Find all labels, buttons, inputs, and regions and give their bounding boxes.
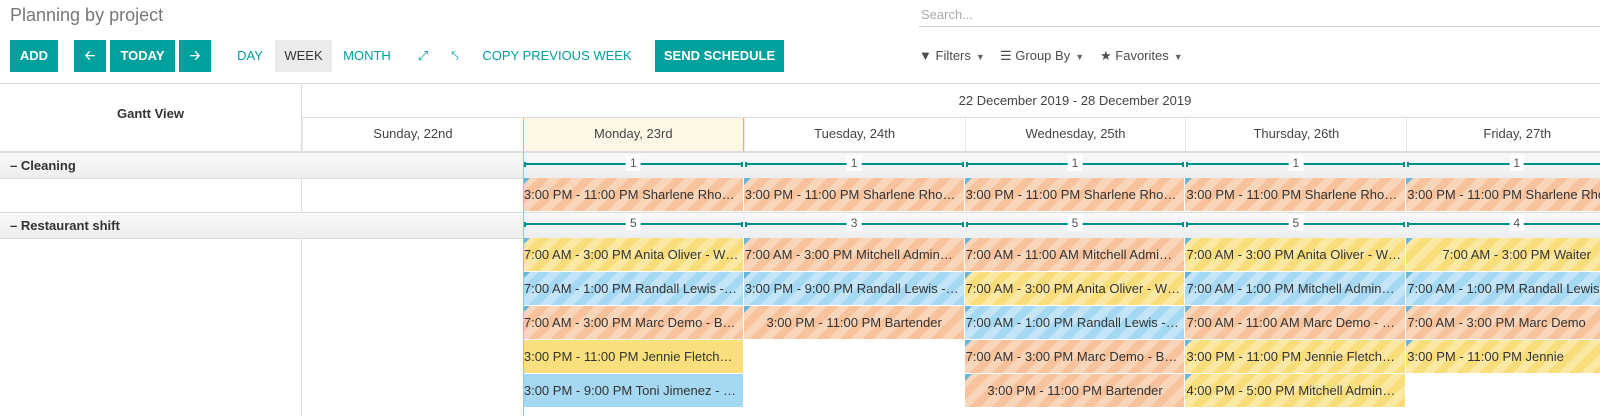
shift-pill[interactable]: 3:00 PM - 9:00 PM Randall Lewis -… <box>743 272 965 305</box>
day-header: Friday, 27th <box>1406 118 1600 152</box>
group-count: 1 <box>1288 155 1304 171</box>
shift-pill[interactable]: 3:00 PM - 11:00 PM Sharlene Rho… <box>522 178 744 211</box>
shift-pill[interactable]: 3:00 PM - 11:00 PM Sharlene Rho… <box>964 178 1186 211</box>
group-count: 5 <box>625 215 641 231</box>
shift-pill[interactable]: 7:00 AM - 1:00 PM Randall Lewis -… <box>964 306 1186 339</box>
shift-pill[interactable]: 7:00 AM - 3:00 PM Marc Demo - B… <box>964 340 1186 373</box>
star-icon: ★ <box>1100 48 1112 63</box>
filter-icon: ▼ <box>919 48 932 63</box>
tab-day[interactable]: DAY <box>228 40 272 72</box>
shift-pill[interactable]: 3:00 PM - 11:00 PM Sharlene Rho… <box>1185 178 1407 211</box>
group-name: Restaurant shift <box>20 218 120 233</box>
shift-pill[interactable]: 7:00 AM - 3:00 PM Waiter <box>1406 238 1600 271</box>
shift-pill[interactable]: 7:00 AM - 11:00 AM Marc Demo - … <box>1185 306 1407 339</box>
shift-pill[interactable]: 3:00 PM - 11:00 PM Jennie <box>1406 340 1600 373</box>
date-range: 22 December 2019 - 28 December 2019 <box>302 84 1600 118</box>
arrow-left-icon: 🡠 <box>84 48 96 63</box>
shift-pill[interactable]: 7:00 AM - 3:00 PM Marc Demo - B… <box>522 306 744 339</box>
group-count: 4 <box>1509 215 1525 231</box>
minus-icon: – <box>10 218 18 233</box>
tab-week[interactable]: WEEK <box>275 40 332 72</box>
today-button[interactable]: TODAY <box>110 40 175 72</box>
shift-pill[interactable]: 4:00 PM - 5:00 PM Mitchell Admin… <box>1185 374 1407 407</box>
shift-pill[interactable]: 3:00 PM - 11:00 PM Bartender <box>964 374 1186 407</box>
send-schedule-button[interactable]: SEND SCHEDULE <box>655 40 784 72</box>
expand-icon[interactable]: ⤢ <box>412 40 434 72</box>
group-count: 5 <box>1067 215 1083 231</box>
copy-previous-week-button[interactable]: COPY PREVIOUS WEEK <box>478 40 636 72</box>
gantt-view-label: Gantt View <box>0 84 301 152</box>
group-by-dropdown[interactable]: ☰ Group By ▼ <box>1000 46 1084 67</box>
group-count-bar: 1 <box>1186 155 1406 171</box>
shift-pill[interactable]: 7:00 AM - 3:00 PM Marc Demo <box>1406 306 1600 339</box>
gantt-row-headers: Gantt View <box>0 84 302 416</box>
gantt-chart: Gantt View 22 December 2019 - 28 Decembe… <box>0 83 1600 416</box>
group-count-bar: 1 <box>523 155 743 171</box>
group-label: – Cleaning <box>10 153 76 178</box>
next-button[interactable]: 🡢 <box>179 40 211 72</box>
today-column-border <box>522 152 524 416</box>
day-header: Monday, 23rd <box>522 118 744 152</box>
tab-month[interactable]: MONTH <box>336 40 398 72</box>
list-icon: ☰ <box>1000 48 1012 63</box>
shift-pill[interactable]: 7:00 AM - 3:00 PM Anita Oliver - W… <box>1185 238 1407 271</box>
shift-pill[interactable]: 7:00 AM - 1:00 PM Mitchell Admin… <box>1185 272 1407 305</box>
group-header[interactable]: – Restaurant shift 5 3 5 5 4 <box>0 212 1600 239</box>
shift-pill[interactable]: 3:00 PM - 11:00 PM Jennie Fletch… <box>522 340 744 373</box>
favorites-dropdown[interactable]: ★ Favorites ▼ <box>1100 46 1183 67</box>
group-count: 3 <box>846 215 862 231</box>
shift-pill[interactable]: 3:00 PM - 11:00 PM Jennie Fletch… <box>1185 340 1407 373</box>
previous-button[interactable]: 🡠 <box>74 40 106 72</box>
day-header: Wednesday, 25th <box>964 118 1186 152</box>
group-by-label: Group By <box>1015 48 1071 63</box>
arrow-right-icon: 🡢 <box>189 48 201 63</box>
shift-pill[interactable]: 7:00 AM - 1:00 PM Randall Lewis -… <box>522 272 744 305</box>
group-count-bar: 5 <box>965 215 1185 231</box>
group-count: 5 <box>1288 215 1304 231</box>
add-button[interactable]: ADD <box>10 40 58 72</box>
shift-pill[interactable]: 3:00 PM - 11:00 PM Bartender <box>743 306 965 339</box>
group-count-bar: 5 <box>1186 215 1406 231</box>
caret-down-icon: ▼ <box>1173 52 1183 62</box>
filters-dropdown[interactable]: ▼ Filters ▼ <box>919 46 985 67</box>
day-header: Thursday, 26th <box>1185 118 1407 152</box>
group-count-bar: 1 <box>1407 155 1600 171</box>
page-title: Planning by project <box>10 5 164 25</box>
shift-pill[interactable]: 3:00 PM - 11:00 PM Sharlene Rho… <box>1406 178 1600 211</box>
shift-pill[interactable]: 7:00 AM - 3:00 PM Anita Oliver - W… <box>522 238 744 271</box>
caret-down-icon: ▼ <box>975 52 985 62</box>
group-count: 1 <box>846 155 862 171</box>
caret-down-icon: ▼ <box>1075 52 1085 62</box>
shift-pill[interactable]: 3:00 PM - 11:00 PM Sharlene Rho… <box>743 178 965 211</box>
group-count: 1 <box>1067 155 1083 171</box>
day-header: Tuesday, 24th <box>743 118 965 152</box>
group-count-bar: 3 <box>744 215 964 231</box>
group-count-bar: 4 <box>1407 215 1600 231</box>
collapse-icon[interactable]: ⤣ <box>444 40 466 72</box>
shift-pill[interactable]: 3:00 PM - 9:00 PM Toni Jimenez - … <box>522 374 744 407</box>
group-label: – Restaurant shift <box>10 213 120 238</box>
group-header[interactable]: – Cleaning 1 1 1 1 1 <box>0 152 1600 179</box>
day-header: Sunday, 22nd <box>302 118 523 152</box>
search-input[interactable]: Search... <box>919 5 1600 27</box>
group-count: 1 <box>1509 155 1525 171</box>
group-count-bar: 1 <box>965 155 1185 171</box>
filters-label: Filters <box>935 48 971 63</box>
shift-pill[interactable]: 7:00 AM - 11:00 AM Mitchell Admi… <box>964 238 1186 271</box>
group-count-bar: 1 <box>744 155 964 171</box>
favorites-label: Favorites <box>1115 48 1169 63</box>
minus-icon: – <box>10 158 18 173</box>
group-name: Cleaning <box>20 158 76 173</box>
shift-pill[interactable]: 7:00 AM - 3:00 PM Mitchell Admin… <box>743 238 965 271</box>
group-count-bar: 5 <box>523 215 743 231</box>
group-count: 1 <box>625 155 641 171</box>
shift-pill[interactable]: 7:00 AM - 3:00 PM Anita Oliver - W… <box>964 272 1186 305</box>
shift-pill[interactable]: 7:00 AM - 1:00 PM Randall Lewis <box>1406 272 1600 305</box>
